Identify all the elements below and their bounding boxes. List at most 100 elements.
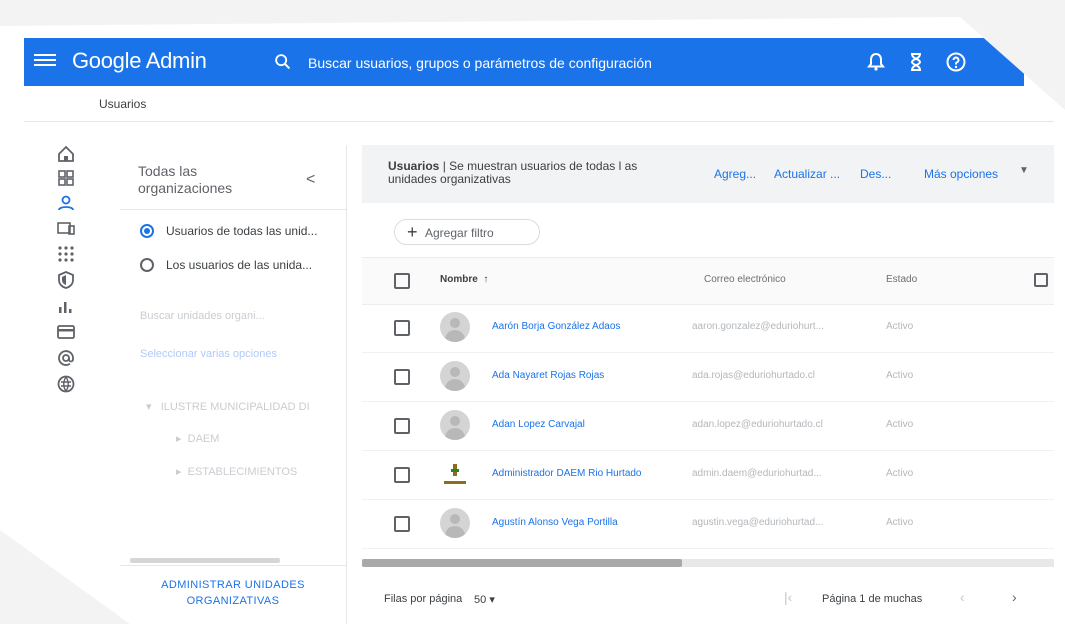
org-tree-label: ILUSTRE MUNICIPALIDAD DI: [160, 401, 310, 413]
scrollbar-thumb[interactable]: [362, 559, 682, 567]
download-users-button[interactable]: Des...: [860, 167, 891, 181]
home-icon[interactable]: [56, 144, 76, 164]
org-panel-title: Todas las organizaciones: [138, 163, 233, 196]
radio-unselected-icon[interactable]: [140, 258, 154, 272]
page-indicator: Página 1 de muchas: [822, 593, 923, 605]
more-options-button[interactable]: Más opciones: [924, 167, 998, 181]
radio-label: Usuarios de todas las unid...: [166, 224, 318, 238]
rows-per-page-select[interactable]: 50 ▾: [474, 593, 495, 606]
table-row[interactable]: Adan Lopez Carvajal adan.lopez@eduriohur…: [362, 402, 1054, 451]
user-status: Activo: [886, 321, 914, 332]
table-row[interactable]: Administrador DAEM Rio Hurtado admin.dae…: [362, 451, 1054, 500]
avatar: [440, 361, 470, 391]
row-checkbox[interactable]: [394, 467, 410, 483]
billing-icon[interactable]: [56, 322, 76, 342]
search-input[interactable]: [306, 50, 770, 76]
user-name-link[interactable]: Administrador DAEM Rio Hurtado: [492, 468, 642, 479]
column-name[interactable]: Nombre ↑: [440, 274, 488, 285]
user-name-link[interactable]: Ada Nayaret Rojas Rojas: [492, 370, 604, 381]
users-list-panel: Usuarios | Se muestran usuarios de todas…: [362, 145, 1054, 624]
domains-icon[interactable]: [56, 374, 76, 394]
column-name-label: Nombre: [440, 274, 478, 285]
rows-per-page-value: 50: [474, 594, 487, 606]
org-tree-establecimientos[interactable]: ▸ ESTABLECIMIENTOS: [176, 465, 297, 478]
column-settings-icon[interactable]: [1034, 273, 1048, 287]
avatar: [440, 508, 470, 538]
apps-icon[interactable]: [56, 244, 76, 264]
reports-icon[interactable]: [56, 296, 76, 316]
search-icon[interactable]: [272, 51, 294, 73]
add-user-button[interactable]: Agreg...: [714, 167, 756, 181]
bell-icon[interactable]: [864, 50, 888, 74]
column-status[interactable]: Estado: [886, 274, 917, 285]
select-multiple-link[interactable]: Seleccionar varias opciones: [140, 348, 277, 360]
previous-page-icon[interactable]: ‹: [960, 589, 965, 605]
row-checkbox[interactable]: [394, 369, 410, 385]
sort-ascending-icon[interactable]: ↑: [483, 274, 488, 285]
add-filter-label: Agregar filtro: [425, 226, 494, 240]
manage-org-units-link[interactable]: ADMINISTRAR UNIDADES ORGANIZATIVAS: [128, 577, 338, 609]
caret-down-icon[interactable]: ▼: [1019, 165, 1029, 176]
user-status: Activo: [886, 468, 914, 479]
breadcrumb[interactable]: Usuarios: [99, 97, 146, 111]
org-tree-label: ESTABLECIMIENTOS: [187, 466, 298, 478]
table-row[interactable]: Ada Nayaret Rojas Rojas ada.rojas@edurio…: [362, 353, 1054, 402]
user-status: Activo: [886, 419, 914, 430]
rows-per-page-label: Filas por página: [384, 593, 463, 605]
horizontal-scrollbar[interactable]: [362, 559, 1054, 567]
breadcrumb-divider: [24, 121, 1054, 122]
menu-icon[interactable]: [34, 51, 56, 73]
hourglass-icon[interactable]: [904, 50, 928, 74]
user-status: Activo: [886, 370, 914, 381]
top-app-bar: Google Admin: [24, 38, 1024, 86]
dashboard-icon[interactable]: [56, 168, 76, 188]
row-checkbox[interactable]: [394, 516, 410, 532]
add-filter-button[interactable]: + Agregar filtro: [394, 219, 540, 245]
radio-label: Los usuarios de las unida...: [166, 258, 313, 272]
collapse-panel-icon[interactable]: <: [306, 171, 315, 189]
users-icon[interactable]: [56, 193, 76, 213]
user-name-link[interactable]: Aarón Borja González Adaos: [492, 321, 620, 332]
avatar: [440, 410, 470, 440]
update-users-button[interactable]: Actualizar ...: [774, 167, 840, 181]
divider: [120, 565, 346, 566]
row-checkbox[interactable]: [394, 418, 410, 434]
user-email: ada.rojas@eduriohurtado.cl: [692, 370, 816, 381]
user-name-link[interactable]: Adan Lopez Carvajal: [492, 419, 585, 430]
municipal-logo-avatar: [440, 459, 470, 489]
chevron-down-icon: ▾: [489, 594, 495, 606]
table-row[interactable]: Agustín Alonso Vega Portilla agustin.veg…: [362, 500, 1054, 549]
first-page-icon[interactable]: |‹: [784, 589, 792, 605]
avatar: [440, 312, 470, 342]
org-tree-root[interactable]: ▾ ILUSTRE MUNICIPALIDAD DI: [146, 400, 310, 413]
user-name-link[interactable]: Agustín Alonso Vega Portilla: [492, 517, 618, 528]
admin-screen: Google Admin Usuarios: [0, 17, 1065, 624]
user-email: admin.daem@eduriohurtad...: [692, 468, 822, 479]
org-tree-label: DAEM: [187, 433, 220, 445]
plus-icon: +: [407, 222, 418, 242]
user-email: agustin.vega@eduriohurtad...: [692, 517, 824, 528]
title-bold: Usuarios: [388, 159, 440, 173]
panel-scrollbar[interactable]: [130, 558, 280, 563]
divider: [120, 209, 346, 210]
help-icon[interactable]: [944, 50, 968, 74]
table-row[interactable]: Aarón Borja González Adaos aaron.gonzale…: [362, 304, 1054, 353]
users-toolbar: Usuarios | Se muestran usuarios de todas…: [362, 145, 1054, 203]
org-tree-daem[interactable]: ▸ DAEM: [176, 432, 219, 445]
table-header: Nombre ↑ Correo electrónico Estado: [362, 257, 1054, 305]
brand-logo[interactable]: Google Admin: [72, 48, 207, 74]
user-email: adan.lopez@eduriohurtado.cl: [692, 419, 823, 430]
column-email[interactable]: Correo electrónico: [704, 274, 786, 285]
org-unit-panel: Todas las organizaciones < Usuarios de t…: [120, 145, 347, 624]
user-status: Activo: [886, 517, 914, 528]
select-all-checkbox[interactable]: [394, 273, 410, 289]
row-checkbox[interactable]: [394, 320, 410, 336]
org-search-input[interactable]: Buscar unidades organi...: [140, 310, 265, 322]
next-page-icon[interactable]: ›: [1012, 589, 1017, 605]
users-panel-title: Usuarios | Se muestran usuarios de todas…: [388, 160, 688, 186]
devices-icon[interactable]: [56, 218, 76, 238]
user-email: aaron.gonzalez@eduriohurt...: [692, 321, 824, 332]
account-icon[interactable]: [56, 348, 76, 368]
security-icon[interactable]: [56, 270, 76, 290]
radio-selected-icon[interactable]: [140, 224, 154, 238]
